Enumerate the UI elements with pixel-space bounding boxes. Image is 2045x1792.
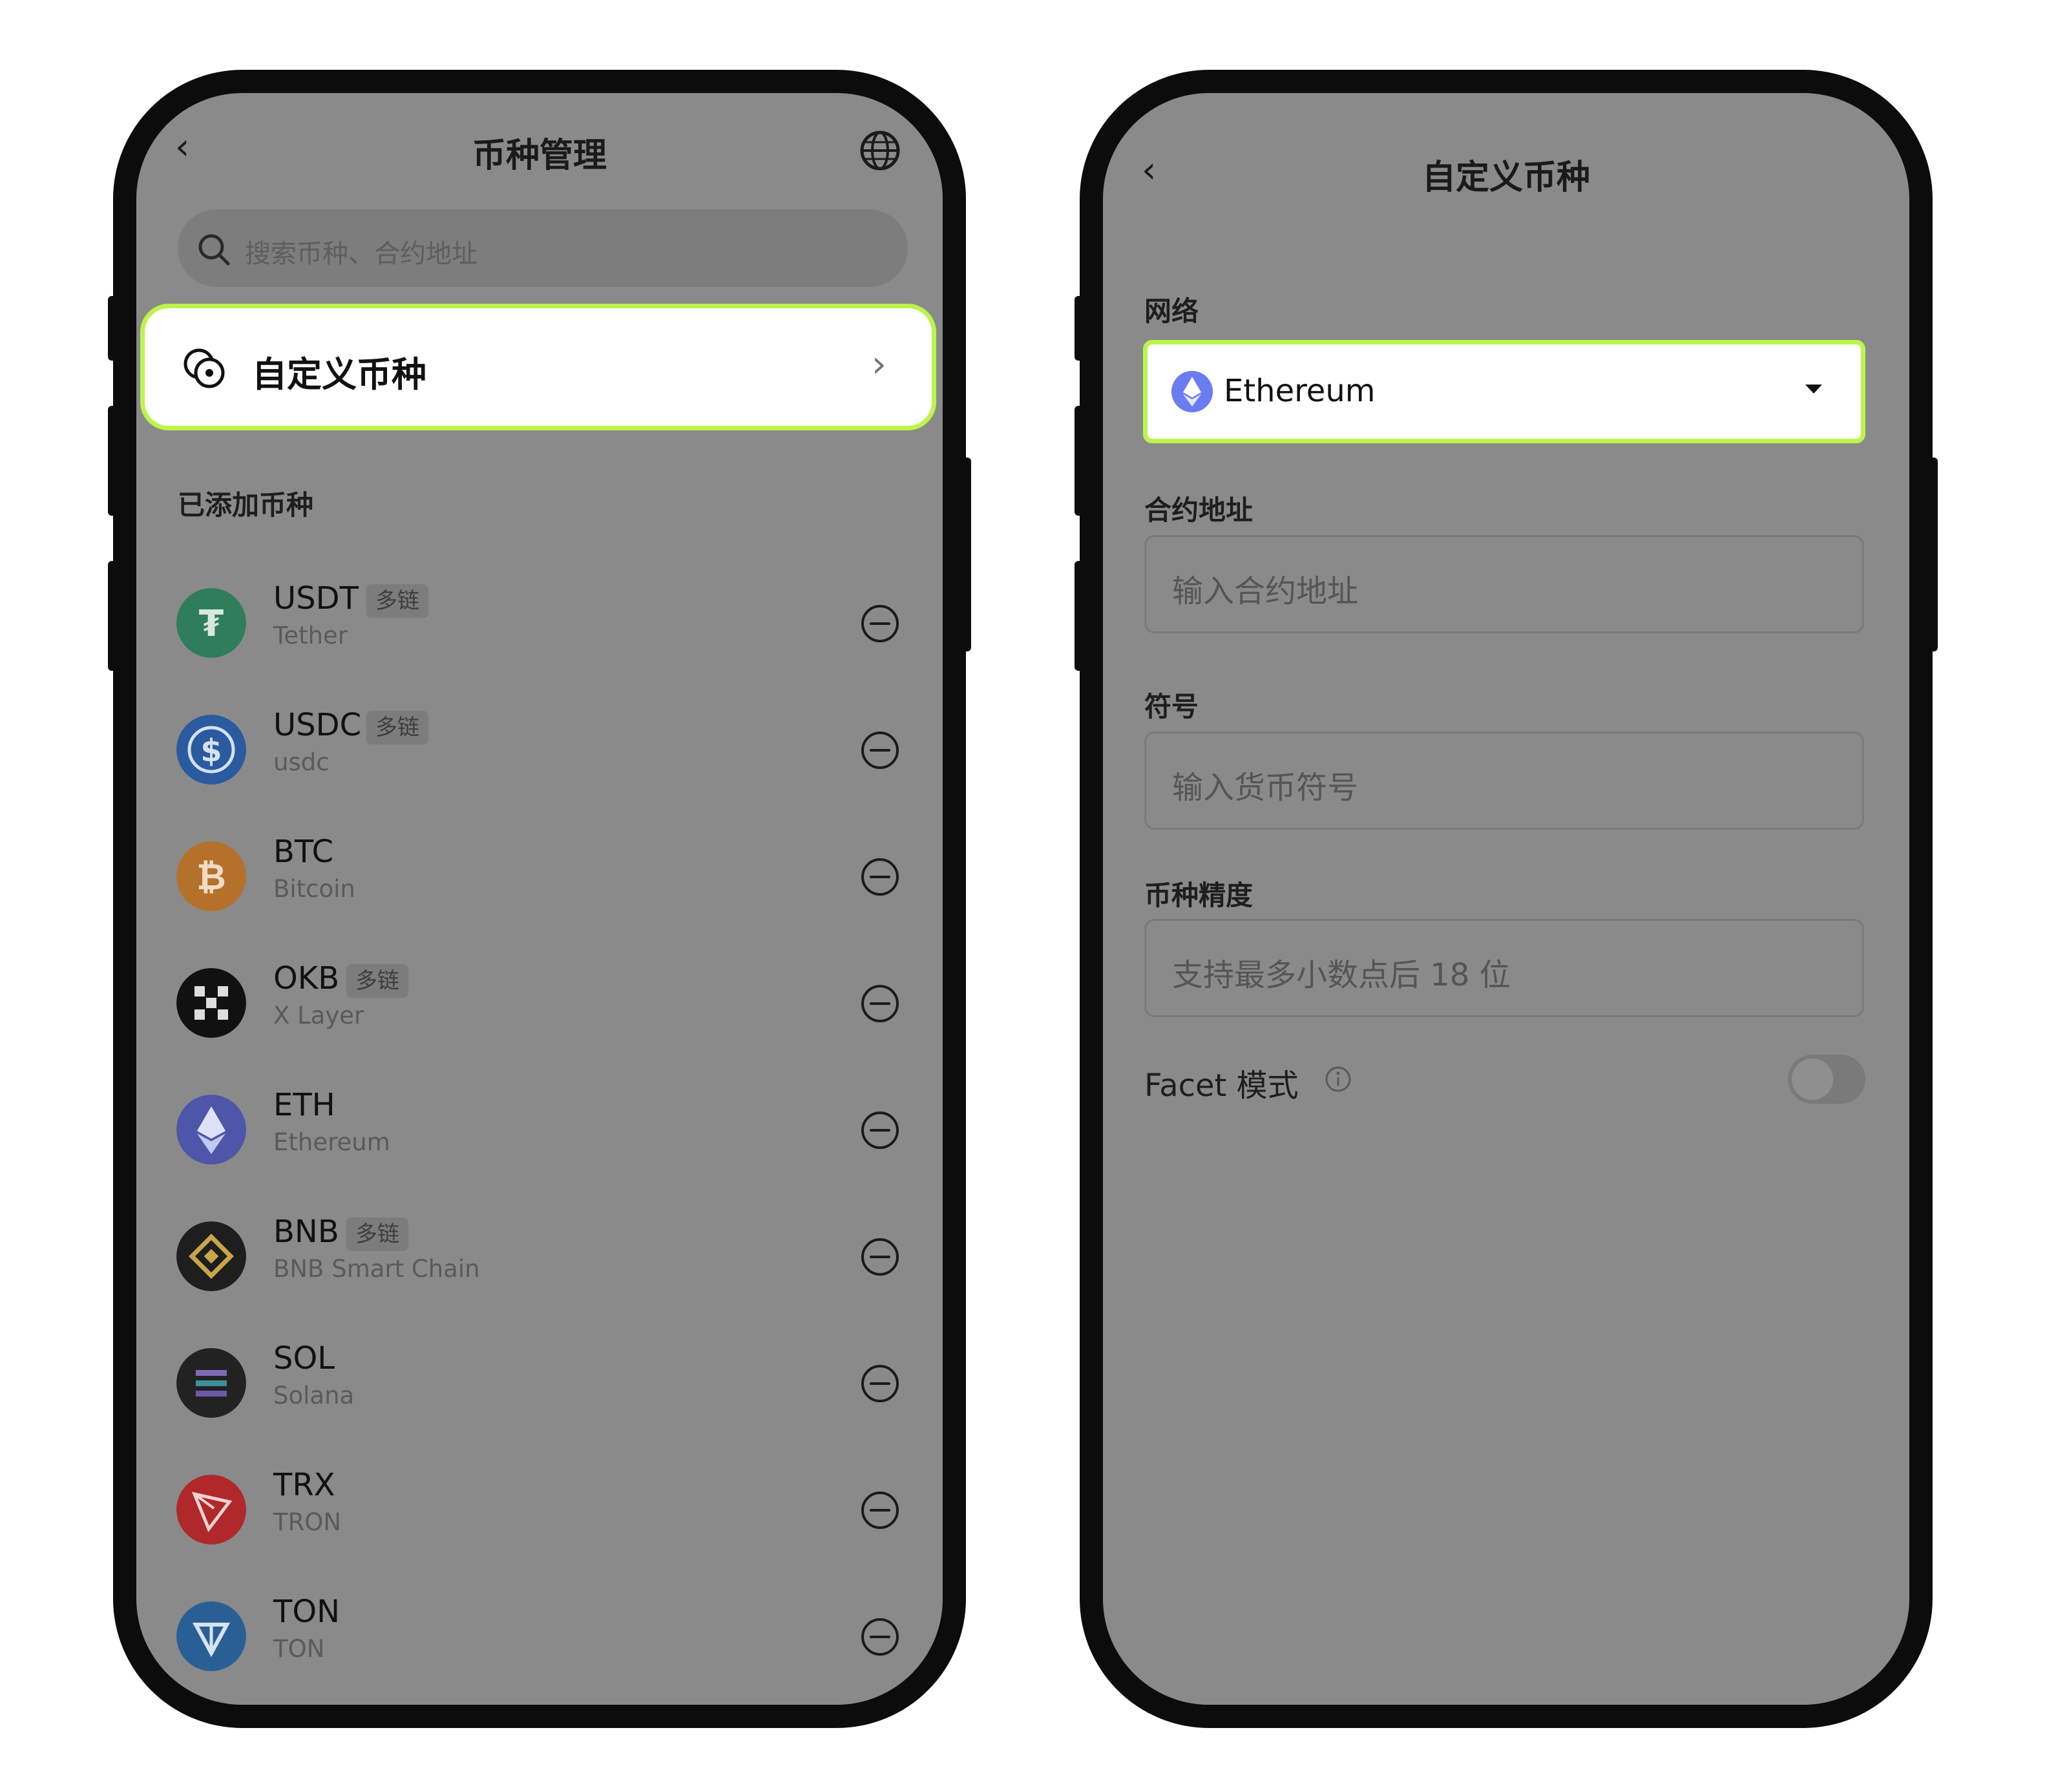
- svg-text:$: $: [200, 733, 222, 769]
- page-title: 自定义币种: [1421, 158, 1590, 197]
- token-row[interactable]: TON TON: [136, 1576, 943, 1702]
- token-network-name: Ethereum: [273, 1128, 390, 1156]
- remove-token-icon[interactable]: [860, 857, 900, 897]
- remove-token-icon[interactable]: [860, 1110, 900, 1150]
- token-network-name: Bitcoin: [273, 875, 355, 903]
- side-button: [1075, 406, 1085, 516]
- eth-logo: [176, 1095, 246, 1165]
- token-symbol: BNB: [273, 1214, 339, 1250]
- trx-logo: [176, 1475, 246, 1544]
- token-network-name: Tether: [273, 622, 348, 649]
- ton-logo: [176, 1601, 246, 1671]
- search-placeholder: 搜索币种、合约地址: [245, 239, 477, 269]
- usdc-logo: $: [176, 715, 246, 785]
- btc-logo: ₿: [176, 841, 246, 911]
- token-symbol: USDC: [273, 707, 362, 743]
- svg-text:₮: ₮: [199, 603, 224, 645]
- facet-mode-toggle[interactable]: [1788, 1055, 1865, 1104]
- search-icon: [198, 234, 230, 266]
- phone-frame-left: ‹ 币种管理 搜索币种、合约地址 自定义币种 › 已添加币种 ₮ USDT Te…: [108, 70, 971, 1728]
- network-select[interactable]: Ethereum: [1143, 340, 1865, 443]
- symbol-placeholder: 输入货币符号: [1172, 770, 1359, 806]
- toggle-knob: [1792, 1059, 1833, 1100]
- token-row[interactable]: TRX TRON: [136, 1449, 943, 1576]
- multichain-badge: 多链: [346, 1218, 408, 1251]
- token-network-name: X Layer: [273, 1002, 364, 1029]
- token-symbol: USDT: [273, 580, 359, 617]
- phone-frame-right: ‹ 自定义币种 网络 Ethereum 合约地址 输入合约地址 符号 输入货币符…: [1075, 70, 1938, 1728]
- token-network-name: BNB Smart Chain: [273, 1255, 480, 1283]
- facet-mode-label: Facet 模式: [1144, 1068, 1299, 1104]
- bnb-logo: [176, 1221, 246, 1291]
- side-button: [108, 296, 118, 361]
- multichain-badge: 多链: [366, 584, 428, 618]
- usdt-logo: ₮: [176, 588, 246, 658]
- token-network-name: Solana: [273, 1382, 355, 1409]
- custom-token-label: 自定义币种: [252, 354, 426, 395]
- sol-logo: [176, 1348, 246, 1418]
- token-symbol: OKB: [273, 960, 340, 996]
- token-row[interactable]: ETH Ethereum: [136, 1069, 943, 1196]
- contract-address-input[interactable]: 输入合约地址: [1144, 535, 1864, 633]
- page-title: 币种管理: [472, 136, 607, 175]
- remove-token-icon[interactable]: [860, 1364, 900, 1404]
- token-symbol: TON: [273, 1594, 341, 1630]
- svg-text:₿: ₿: [196, 856, 226, 898]
- side-button: [108, 561, 118, 671]
- token-row[interactable]: OKB X Layer 多链: [136, 942, 943, 1069]
- screen-token-management: ‹ 币种管理 搜索币种、合约地址 自定义币种 › 已添加币种 ₮ USDT Te…: [136, 93, 943, 1705]
- info-icon[interactable]: [1324, 1065, 1352, 1093]
- multichain-badge: 多链: [346, 964, 408, 998]
- okb-logo: [176, 968, 246, 1038]
- token-symbol: BTC: [273, 834, 333, 870]
- side-button: [1075, 561, 1085, 671]
- token-symbol: TRX: [273, 1467, 335, 1503]
- remove-token-icon[interactable]: [860, 984, 900, 1024]
- side-button: [1075, 296, 1085, 361]
- search-input[interactable]: 搜索币种、合约地址: [178, 209, 908, 287]
- remove-token-icon[interactable]: [860, 604, 900, 644]
- ethereum-icon: [1171, 371, 1213, 412]
- contract-address-placeholder: 输入合约地址: [1172, 573, 1359, 609]
- network-value: Ethereum: [1224, 373, 1376, 409]
- side-button: [961, 458, 971, 651]
- token-row[interactable]: ₿ BTC Bitcoin: [136, 816, 943, 942]
- precision-input[interactable]: 支持最多小数点后 18 位: [1144, 919, 1864, 1017]
- token-network-name: TRON: [273, 1508, 342, 1536]
- custom-token-entry[interactable]: 自定义币种 ›: [140, 304, 936, 430]
- contract-address-label: 合约地址: [1144, 494, 1253, 526]
- token-row[interactable]: $ USDC usdc 多链: [136, 689, 943, 816]
- globe-icon[interactable]: [859, 129, 901, 172]
- token-symbol: ETH: [273, 1087, 335, 1123]
- custom-token-icon: [184, 348, 225, 388]
- token-symbol: SOL: [273, 1340, 335, 1376]
- symbol-label: 符号: [1144, 691, 1199, 722]
- remove-token-icon[interactable]: [860, 1490, 900, 1530]
- precision-placeholder: 支持最多小数点后 18 位: [1172, 957, 1511, 993]
- token-row[interactable]: ₮ USDT Tether 多链: [136, 562, 943, 689]
- section-label-added-tokens: 已添加币种: [178, 489, 314, 521]
- symbol-input[interactable]: 输入货币符号: [1144, 732, 1864, 830]
- remove-token-icon[interactable]: [860, 730, 900, 770]
- token-row[interactable]: SOL Solana: [136, 1322, 943, 1449]
- token-network-name: TON: [273, 1635, 325, 1663]
- token-network-name: usdc: [273, 748, 330, 776]
- chevron-right-icon: ›: [871, 342, 886, 386]
- side-button: [108, 406, 118, 516]
- screen-custom-token: ‹ 自定义币种 网络 Ethereum 合约地址 输入合约地址 符号 输入货币符…: [1103, 93, 1909, 1705]
- side-button: [1927, 458, 1938, 651]
- precision-label: 币种精度: [1144, 880, 1253, 911]
- network-label: 网络: [1144, 295, 1199, 327]
- caret-down-icon: [1805, 385, 1822, 394]
- remove-token-icon[interactable]: [860, 1237, 900, 1277]
- token-row[interactable]: BNB BNB Smart Chain 多链: [136, 1196, 943, 1322]
- multichain-badge: 多链: [366, 711, 428, 744]
- remove-token-icon[interactable]: [860, 1617, 900, 1657]
